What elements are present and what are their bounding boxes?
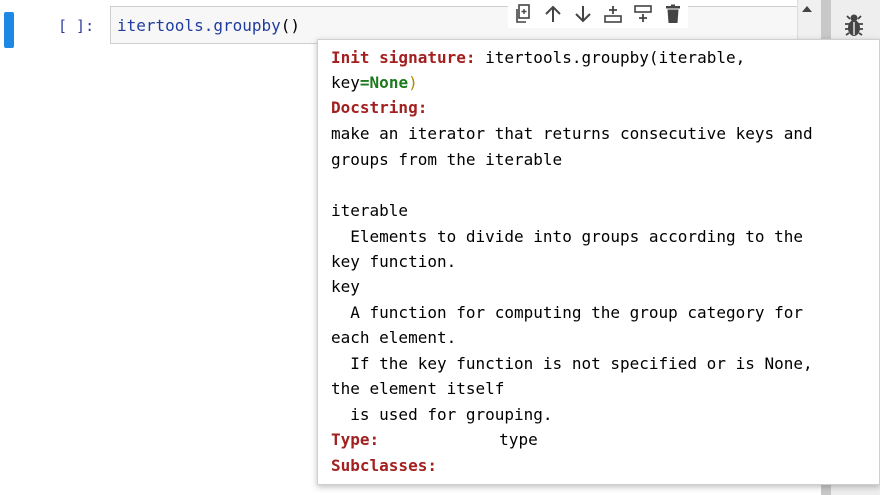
doc-line: iterable	[331, 201, 409, 220]
type-label: Type:	[331, 430, 380, 449]
doc-line: make an iterator that returns consecutiv…	[331, 124, 813, 143]
insert-below-button[interactable]	[628, 0, 658, 28]
doc-line: key function.	[331, 252, 457, 271]
move-up-button[interactable]	[538, 0, 568, 28]
move-down-icon	[575, 6, 591, 23]
docstring-label: Docstring:	[331, 98, 428, 117]
doc-line: key	[331, 277, 360, 296]
insert-below-icon	[634, 5, 652, 22]
cell-prompt: [ ]:	[58, 17, 95, 35]
cell-selection-marker	[4, 12, 14, 48]
copy-icon	[516, 4, 530, 23]
code-text[interactable]: itertools.groupby()	[117, 16, 300, 35]
copy-button[interactable]	[508, 0, 538, 28]
init-signature-value: itertools.groupby(iterable,	[485, 48, 746, 67]
move-up-icon	[545, 5, 561, 22]
doc-line: is used for grouping.	[331, 405, 553, 424]
doc-line: If the key function is not specified or …	[331, 354, 813, 373]
sig-key: key	[331, 73, 360, 92]
move-down-button[interactable]	[568, 0, 598, 28]
init-signature-line: Init signature: itertools.groupby(iterab…	[331, 48, 745, 68]
doc-line: each element.	[331, 328, 457, 347]
doc-line: groups from the iterable	[331, 150, 563, 169]
delete-button[interactable]	[658, 0, 688, 28]
sig-none: None	[369, 73, 409, 92]
init-signature-continuation: key=None)	[331, 73, 418, 93]
init-signature-label: Init signature:	[331, 48, 476, 67]
sig-close-paren: )	[408, 73, 418, 92]
insert-above-button[interactable]	[598, 0, 628, 28]
code-parens: ()	[280, 16, 301, 35]
bug-icon[interactable]	[843, 12, 865, 38]
doc-line: Elements to divide into groups according…	[331, 227, 804, 246]
delete-icon	[666, 4, 680, 23]
scroll-up-arrow-icon[interactable]	[802, 6, 812, 12]
code-function: itertools.groupby	[117, 16, 281, 35]
type-line: Type: type	[331, 430, 538, 450]
docstring-tooltip: Init signature: itertools.groupby(iterab…	[317, 39, 880, 485]
insert-above-icon	[604, 6, 622, 23]
subclasses-label: Subclasses:	[331, 456, 437, 475]
type-value: type	[499, 430, 538, 449]
cell-toolbar	[508, 0, 688, 28]
doc-line: A function for computing the group categ…	[331, 303, 804, 322]
sig-equals: =	[359, 73, 370, 92]
doc-line: the element itself	[331, 379, 505, 398]
